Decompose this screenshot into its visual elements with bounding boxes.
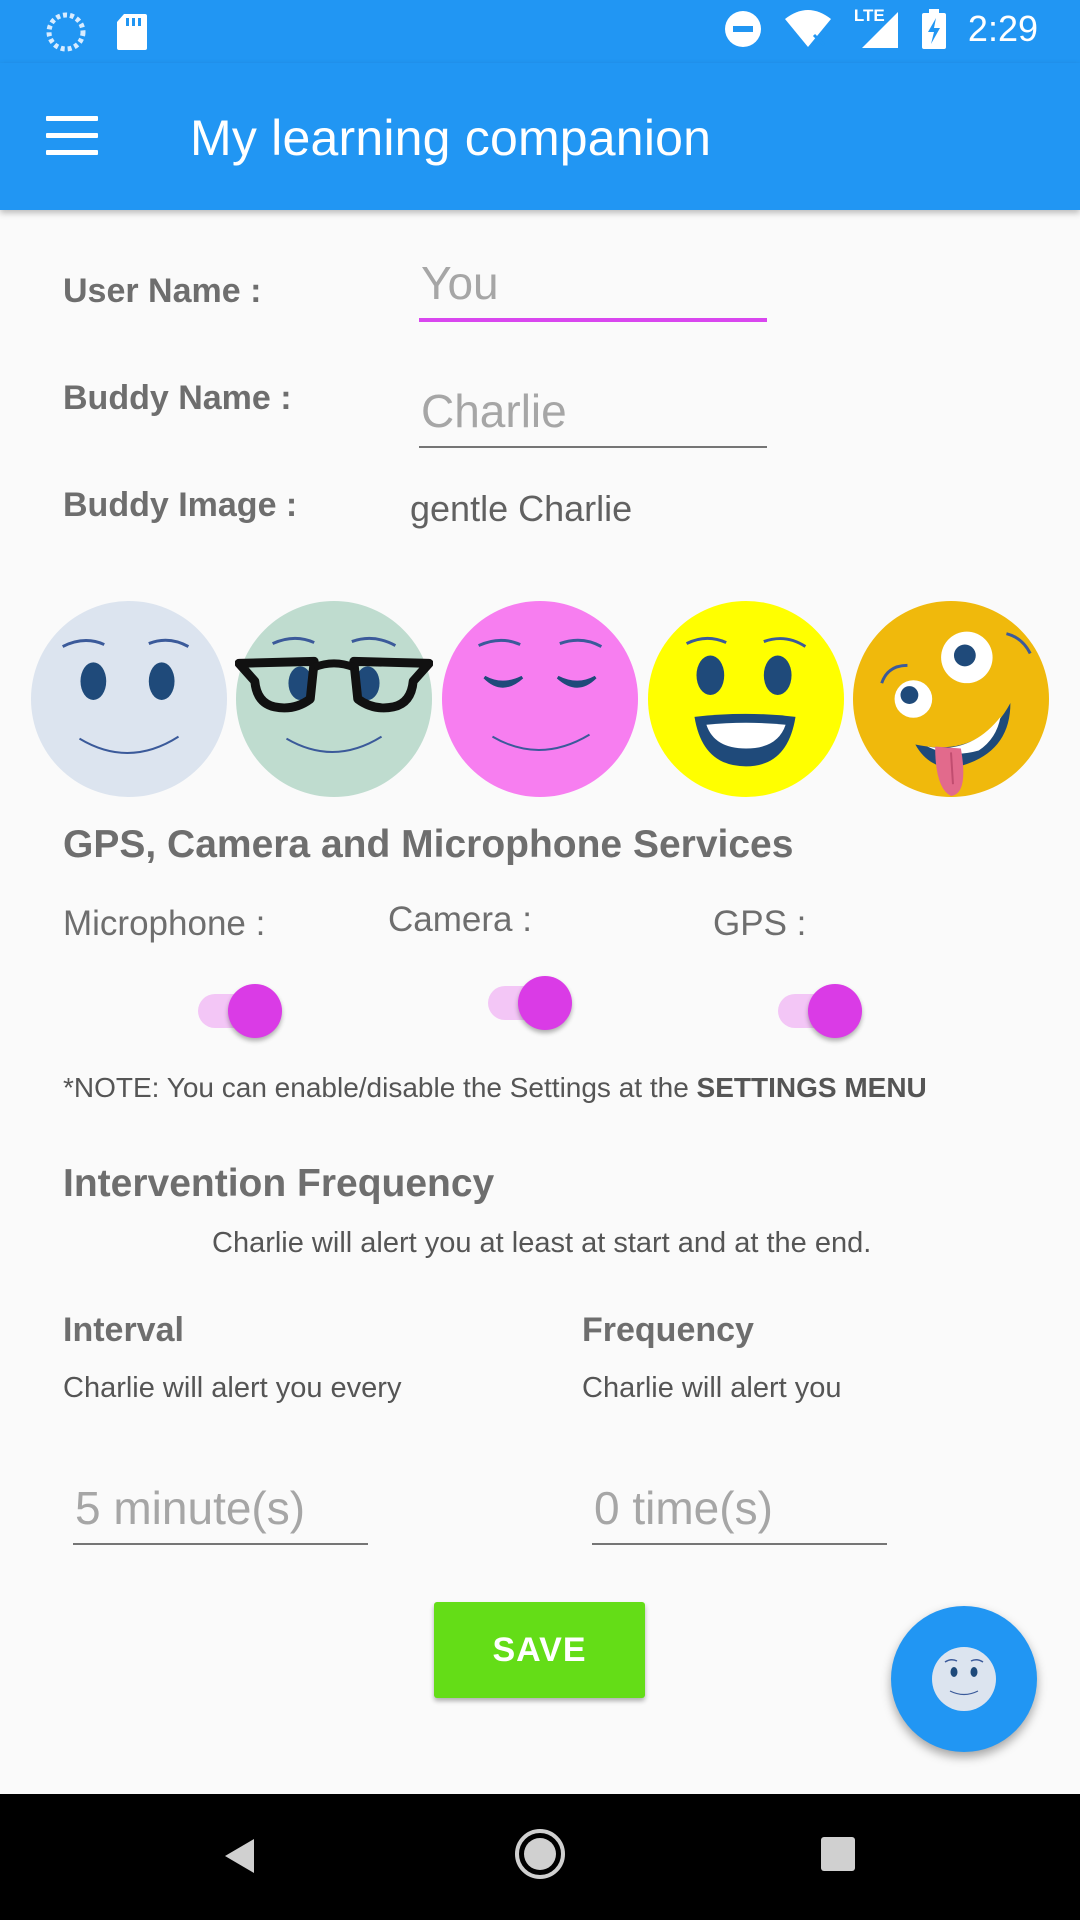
interval-label: Interval xyxy=(63,1311,184,1349)
services-title: GPS, Camera and Microphone Services xyxy=(63,823,794,866)
camera-label: Camera : xyxy=(388,900,532,939)
app-title: My learning companion xyxy=(190,110,712,166)
user-name-underline xyxy=(419,318,767,322)
loading-circle-icon xyxy=(46,12,86,52)
screen: LTE 2:29 My learning companion User Name… xyxy=(0,0,1080,1920)
buddy-face-icon xyxy=(932,1647,996,1711)
note-text: *NOTE: You can enable/disable the Settin… xyxy=(63,1072,697,1103)
gps-toggle[interactable] xyxy=(778,980,862,1038)
hamburger-menu-icon[interactable] xyxy=(46,116,98,156)
camera-toggle[interactable] xyxy=(488,972,572,1030)
buddy-image-value: gentle Charlie xyxy=(410,488,633,529)
frequency-input[interactable] xyxy=(592,1473,887,1543)
settings-note: *NOTE: You can enable/disable the Settin… xyxy=(63,1072,927,1104)
buddy-name-underline xyxy=(419,446,767,448)
sd-card-icon xyxy=(117,14,147,50)
app-bar: My learning companion xyxy=(0,63,1080,210)
frequency-desc: Charlie will alert you xyxy=(582,1372,842,1404)
do-not-disturb-icon xyxy=(724,11,761,47)
user-name-input[interactable] xyxy=(419,248,767,318)
buddy-image-label: Buddy Image : xyxy=(63,486,298,524)
interval-desc: Charlie will alert you every xyxy=(63,1372,402,1404)
microphone-toggle[interactable] xyxy=(198,980,282,1038)
frequency-label: Frequency xyxy=(582,1311,754,1349)
recents-icon[interactable] xyxy=(820,1836,856,1872)
interval-input[interactable] xyxy=(73,1473,368,1543)
intervention-subtitle: Charlie will alert you at least at start… xyxy=(212,1227,872,1259)
microphone-label: Microphone : xyxy=(63,904,266,943)
lte-signal-icon: LTE xyxy=(854,6,900,50)
battery-charging-icon xyxy=(921,9,946,49)
gps-label: GPS : xyxy=(713,904,807,943)
intervention-title: Intervention Frequency xyxy=(63,1162,495,1205)
buddy-name-input[interactable] xyxy=(419,376,767,446)
status-bar: LTE 2:29 xyxy=(0,0,1080,63)
glasses-face-option[interactable] xyxy=(235,600,433,798)
wifi-icon xyxy=(784,10,831,47)
status-time: 2:29 xyxy=(967,8,1038,49)
user-name-label: User Name : xyxy=(63,272,262,310)
save-button[interactable]: SAVE xyxy=(434,1602,645,1698)
crazy-face-option[interactable] xyxy=(852,600,1050,798)
back-icon[interactable] xyxy=(222,1836,258,1876)
system-nav-bar xyxy=(0,1794,1080,1920)
sleepy-face-option[interactable] xyxy=(441,600,639,798)
home-icon[interactable] xyxy=(514,1828,566,1880)
buddy-name-label: Buddy Name : xyxy=(63,379,292,417)
gentle-face-option[interactable] xyxy=(30,600,228,798)
buddy-fab-button[interactable] xyxy=(891,1606,1037,1752)
smiling-face-option[interactable] xyxy=(647,600,845,798)
frequency-underline xyxy=(592,1543,887,1545)
interval-underline xyxy=(73,1543,368,1545)
note-settings-menu: SETTINGS MENU xyxy=(696,1072,927,1103)
